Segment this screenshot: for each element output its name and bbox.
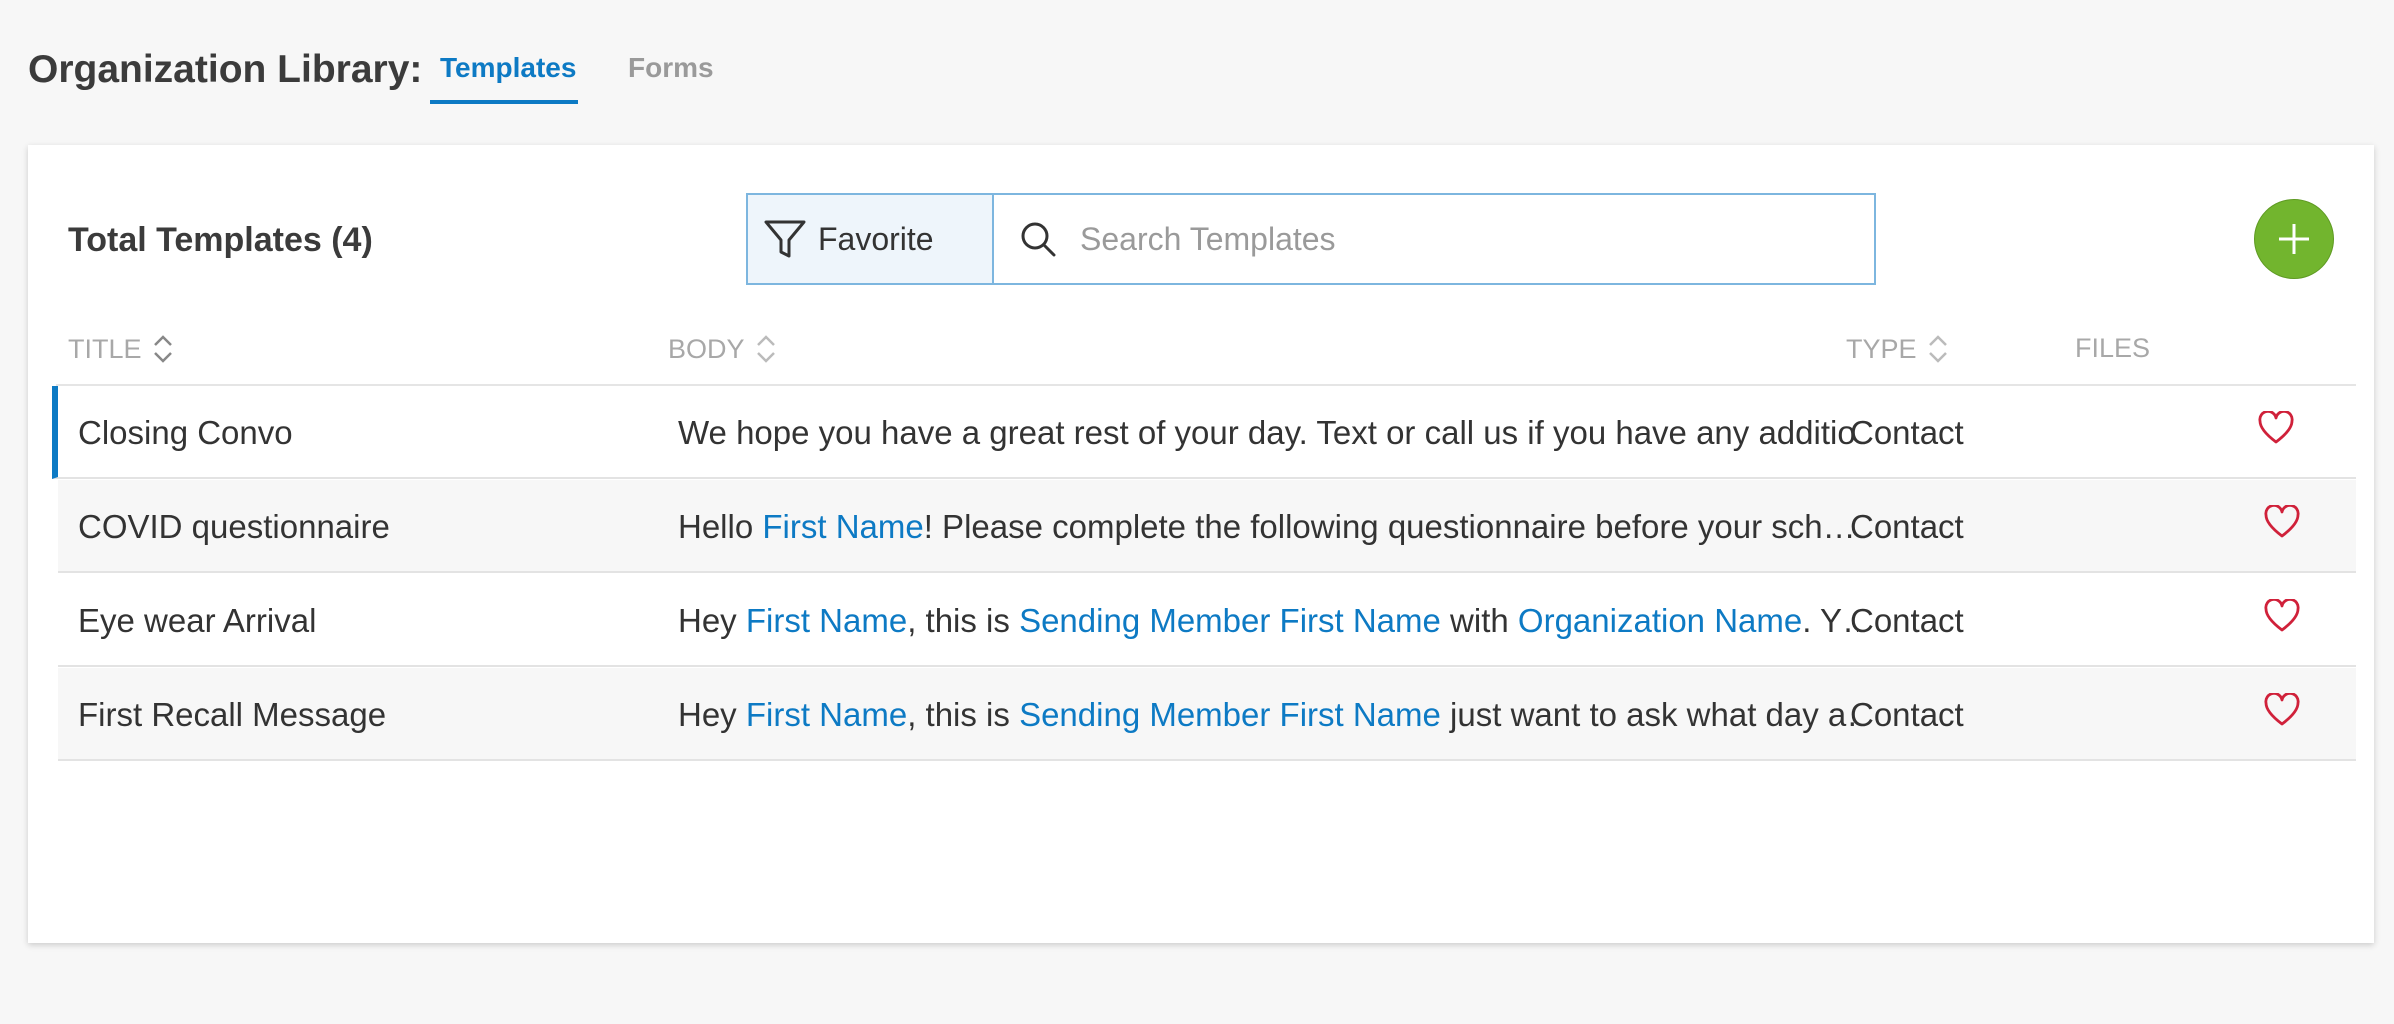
add-template-button[interactable] <box>2254 199 2334 279</box>
body-text: ! Please complete the following question… <box>923 508 1856 545</box>
sort-icon[interactable] <box>1927 333 1949 365</box>
favorite-heart-icon[interactable] <box>2258 411 2294 445</box>
sort-icon[interactable] <box>152 333 174 365</box>
body-text: Hello <box>678 508 763 545</box>
page-header: Organization Library: Templates Forms <box>28 0 2368 110</box>
table-row[interactable]: Eye wear Arrival Hey First Name, this is … <box>58 574 2356 667</box>
merge-field-token: First Name <box>745 696 908 733</box>
body-text: , this is <box>907 696 1020 733</box>
favorite-filter-button[interactable]: Favorite <box>746 193 992 285</box>
table-row[interactable]: COVID questionnaire Hello First Name! Ple… <box>58 480 2356 573</box>
template-body: Hello First Name! Please complete the fo… <box>678 480 1858 573</box>
template-body: We hope you have a great rest of your da… <box>678 386 1858 479</box>
merge-field-token: Sending Member First Name <box>1019 602 1441 639</box>
column-header-files-label: FILES <box>2075 333 2151 363</box>
template-body: Hey First Name, this is Sending Member F… <box>678 668 1858 761</box>
search-input[interactable] <box>1078 219 1842 259</box>
merge-field-token: Organization Name <box>1517 602 1803 639</box>
template-title: Eye wear Arrival <box>78 602 317 639</box>
template-type: Contact <box>1850 696 1964 733</box>
template-title: First Recall Message <box>78 696 387 733</box>
template-type: Contact <box>1850 414 1964 451</box>
page-title: Organization Library: <box>28 48 423 91</box>
templates-panel: Total Templates (4) Favorite TITLE BODY <box>28 145 2374 943</box>
body-text: Hey <box>678 696 746 733</box>
body-text: Hey <box>678 602 746 639</box>
table-row[interactable]: First Recall Message Hey First Name, this… <box>58 668 2356 761</box>
template-type: Contact <box>1850 508 1964 545</box>
total-templates-count: Total Templates (4) <box>68 221 373 259</box>
table-row[interactable]: Closing Convo We hope you have a great re… <box>52 386 2356 479</box>
tab-forms[interactable]: Forms <box>628 52 714 84</box>
template-title: Closing Convo <box>78 414 293 451</box>
body-text: just want to ask what day a… <box>1440 696 1858 733</box>
sort-icon[interactable] <box>755 333 777 365</box>
search-bar <box>992 193 1876 285</box>
column-header-title-label: TITLE <box>68 333 142 364</box>
template-body: Hey First Name, this is Sending Member F… <box>678 574 1858 667</box>
body-text: , this is <box>907 602 1020 639</box>
merge-field-token: Sending Member First Name <box>1019 696 1441 733</box>
template-type: Contact <box>1850 602 1964 639</box>
funnel-icon <box>764 220 806 258</box>
column-header-type: TYPE <box>1846 333 1949 365</box>
favorite-filter-label: Favorite <box>818 220 934 257</box>
column-header-files: FILES <box>2075 333 2150 364</box>
column-header-type-label: TYPE <box>1846 333 1917 364</box>
favorite-heart-icon[interactable] <box>2264 693 2300 727</box>
plus-icon <box>2279 224 2309 254</box>
merge-field-token: First Name <box>762 508 924 545</box>
favorite-heart-icon[interactable] <box>2264 599 2300 633</box>
favorite-heart-icon[interactable] <box>2264 505 2300 539</box>
tab-templates[interactable]: Templates <box>440 52 576 84</box>
column-header-body: BODY <box>668 333 777 365</box>
merge-field-token: First Name <box>745 602 908 639</box>
column-header-body-label: BODY <box>668 333 745 364</box>
body-text: We hope you have a great rest of your da… <box>678 414 1858 451</box>
search-icon <box>1021 222 1056 257</box>
template-title: COVID questionnaire <box>78 508 390 545</box>
column-header-title: TITLE <box>68 333 174 365</box>
active-tab-indicator <box>430 100 578 104</box>
body-text: with <box>1440 602 1518 639</box>
